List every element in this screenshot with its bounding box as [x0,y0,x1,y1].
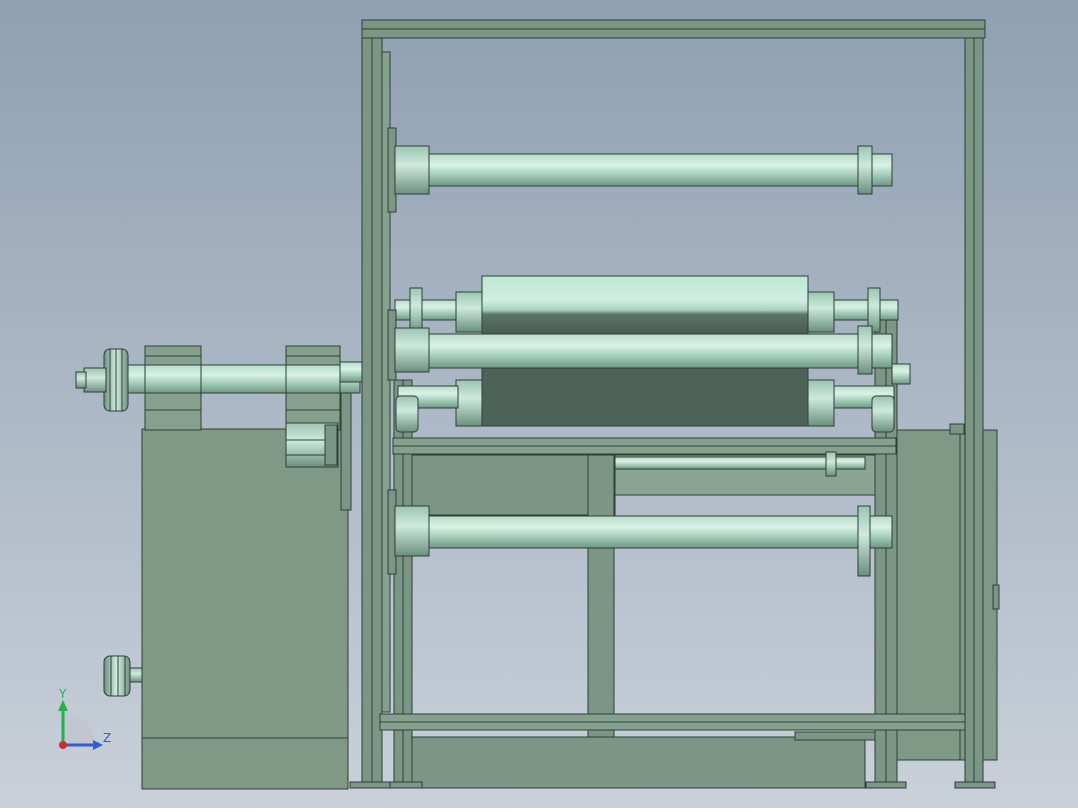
foot-left-2 [389,781,423,789]
foot-right [865,781,907,789]
bearing-housing-left [395,395,419,433]
triad-origin [59,741,67,749]
drum-assembly [387,275,911,433]
bearing-housing-right [871,395,895,433]
bottom-back-panel [404,736,866,789]
left-housing-side-plate [340,379,352,511]
machine-model[interactable] [0,0,1078,808]
foot-left [349,781,393,789]
cad-viewport[interactable]: Y Z [0,0,1078,808]
left-housing-body [141,428,349,790]
lower-drum [481,365,809,427]
y-axis-label: Y [59,687,67,701]
z-axis-label: Z [103,731,112,745]
upper-drum [481,275,809,339]
foot-right-2 [954,781,996,789]
middle-roller [428,333,870,369]
